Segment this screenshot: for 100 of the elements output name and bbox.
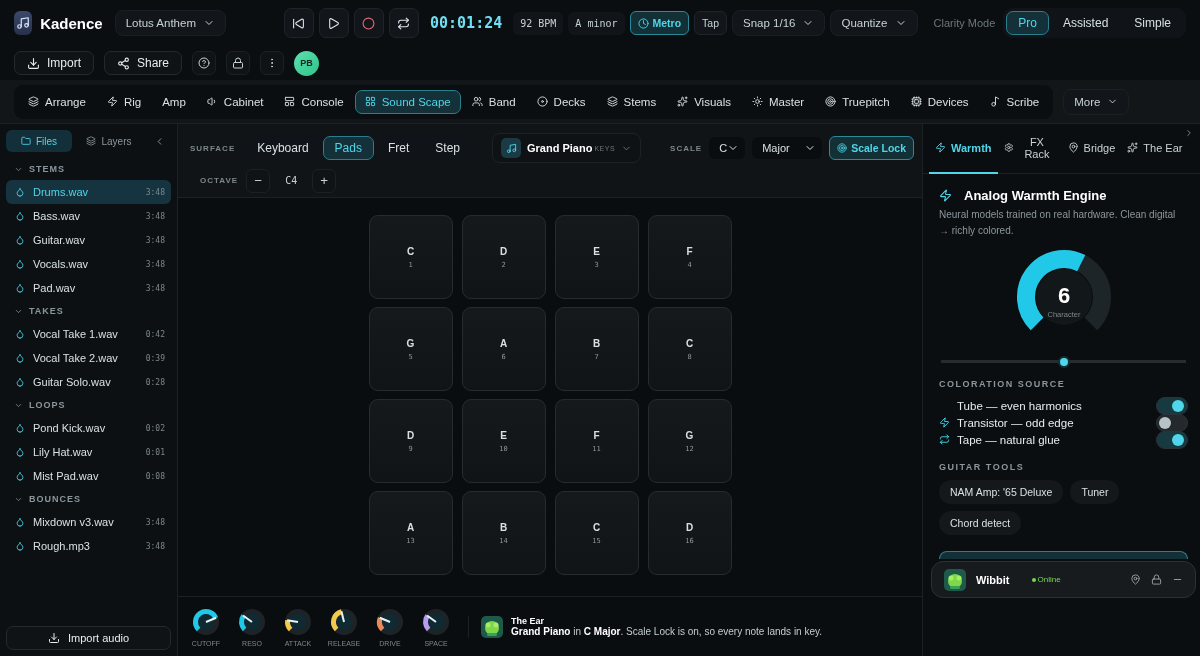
pad-note: E — [593, 245, 600, 257]
root-note-select[interactable]: C — [709, 137, 746, 159]
file-item[interactable]: Mixdown v3.wav 3:48 — [6, 510, 171, 534]
chevron-right-icon[interactable] — [1184, 128, 1194, 138]
mode-option[interactable]: Assisted — [1050, 11, 1121, 35]
tap-button[interactable]: Tap — [694, 11, 728, 35]
knob[interactable] — [191, 606, 221, 637]
lock-icon[interactable] — [1151, 574, 1162, 585]
tool-chip[interactable]: NAM Amp: '65 Deluxe — [939, 480, 1064, 504]
panel-tab[interactable]: Bridge — [1061, 123, 1122, 174]
panel-tab[interactable]: FX Rack — [997, 123, 1062, 174]
skip-back-button[interactable] — [284, 8, 314, 38]
file-duration: 3:48 — [145, 235, 165, 245]
knob[interactable] — [329, 606, 359, 637]
play-button[interactable] — [319, 8, 349, 38]
file-item[interactable]: Drums.wav 3:48 — [6, 180, 171, 204]
bolt-icon — [935, 142, 946, 153]
action-button[interactable] — [939, 551, 1188, 559]
file-item[interactable]: Pad.wav 3:48 — [6, 276, 171, 300]
file-item[interactable]: Lily Hat.wav 0:01 — [6, 440, 171, 464]
nav-tab[interactable]: Decks — [526, 89, 596, 114]
sidebar-tab[interactable]: Files — [6, 130, 72, 152]
file-item[interactable]: Guitar Solo.wav 0:28 — [6, 370, 171, 394]
sparkle-icon — [1127, 142, 1139, 153]
tool-chip[interactable]: Chord detect — [939, 511, 1022, 535]
tool-chip[interactable]: Tuner — [1070, 480, 1120, 504]
lock-button[interactable] — [226, 51, 251, 75]
nav-tab[interactable]: Master — [742, 89, 815, 114]
file-name: Pond Kick.wav — [33, 422, 106, 434]
octave-down-button[interactable]: − — [246, 168, 271, 193]
message-title: The Ear — [511, 616, 545, 626]
user-avatar[interactable]: PB — [294, 50, 320, 76]
file-item[interactable]: Pond Kick.wav 0:02 — [6, 416, 171, 440]
file-item[interactable]: Bass.wav 3:48 — [6, 204, 171, 228]
mode-option[interactable]: Pro — [1006, 11, 1049, 35]
repeat-icon — [939, 434, 950, 445]
target-icon — [825, 96, 837, 107]
import-button[interactable]: Import — [14, 51, 94, 75]
source-toggle[interactable] — [1156, 396, 1188, 415]
drop-icon — [15, 423, 25, 433]
knob[interactable] — [237, 606, 267, 637]
pad-note: E — [500, 429, 507, 441]
app-name: Kadence — [40, 14, 103, 32]
play-icon — [327, 16, 341, 30]
section-header[interactable]: LOOPS — [6, 394, 171, 416]
nav-tab[interactable]: Amp — [152, 89, 196, 114]
quantize-dropdown[interactable]: Quantize — [830, 10, 918, 36]
pin-icon[interactable] — [1130, 574, 1141, 585]
file-item[interactable]: Rough.mp3 3:48 — [6, 534, 171, 558]
nav-tab[interactable]: Console — [274, 89, 354, 114]
file-name: Mist Pad.wav — [33, 470, 99, 482]
surface-option[interactable]: Pads — [322, 136, 374, 160]
section-title: COLORATION SOURCE — [939, 379, 1067, 389]
share-button[interactable]: Share — [104, 51, 183, 75]
nav-tab[interactable]: Scribe — [979, 89, 1050, 114]
gear-icon — [1003, 142, 1014, 153]
more-dropdown[interactable]: More — [1063, 88, 1130, 115]
nav-tab[interactable]: Cabinet — [196, 89, 274, 114]
nav-tab[interactable]: Stems — [596, 89, 667, 114]
loop-button[interactable] — [389, 8, 419, 38]
nav-tab[interactable]: Rig — [96, 89, 152, 114]
source-toggle[interactable] — [1156, 430, 1188, 449]
help-button[interactable] — [192, 51, 217, 75]
file-item[interactable]: Vocals.wav 3:48 — [6, 252, 171, 276]
mode-option[interactable]: Simple — [1122, 11, 1183, 35]
project-dropdown[interactable]: Lotus Anthem — [114, 10, 226, 36]
panel-tab[interactable]: The Ear — [1121, 123, 1189, 174]
nav-tab[interactable]: Band — [461, 89, 526, 114]
section-header[interactable]: TAKES — [6, 300, 171, 322]
nav-tab[interactable]: Truepitch — [815, 89, 900, 114]
surface-option[interactable]: Fret — [375, 136, 422, 160]
file-item[interactable]: Mist Pad.wav 0:08 — [6, 464, 171, 488]
drop-icon — [15, 353, 25, 363]
knob[interactable] — [421, 606, 451, 637]
surface-option[interactable]: Step — [423, 136, 472, 160]
file-item[interactable]: Guitar.wav 3:48 — [6, 228, 171, 252]
section-header[interactable]: STEMS — [6, 158, 171, 180]
knob[interactable] — [283, 606, 313, 637]
pad-note: C — [592, 521, 601, 533]
source-toggle[interactable] — [1156, 413, 1188, 432]
nav-tab[interactable]: Arrange — [18, 89, 96, 114]
nav-tab[interactable]: Visuals — [667, 89, 742, 114]
scale-lock-button[interactable]: Scale Lock — [829, 136, 914, 160]
file-duration: 3:48 — [145, 541, 165, 551]
surface-option[interactable]: Keyboard — [245, 136, 321, 160]
panel-tab[interactable]: Warmth — [929, 123, 998, 174]
nav-tab[interactable]: Sound Scape — [354, 89, 461, 114]
scale-mode-select[interactable]: Major — [752, 137, 823, 159]
metronome-button[interactable]: Metro — [629, 11, 690, 35]
octave-up-button[interactable]: + — [312, 168, 337, 193]
import-audio-button[interactable]: Import audio — [6, 626, 171, 650]
snap-dropdown[interactable]: Snap 1/16 — [732, 10, 826, 36]
nav-tab[interactable]: Devices — [900, 89, 979, 114]
file-name: Vocals.wav — [33, 258, 89, 270]
file-item[interactable]: Vocal Take 1.wav 0:42 — [6, 322, 171, 346]
file-item[interactable]: Vocal Take 2.wav 0:39 — [6, 346, 171, 370]
sidebar-tab[interactable]: Layers — [76, 130, 142, 152]
section-header[interactable]: BOUNCES — [6, 488, 171, 510]
knob[interactable] — [375, 606, 405, 637]
record-button[interactable] — [354, 8, 384, 38]
